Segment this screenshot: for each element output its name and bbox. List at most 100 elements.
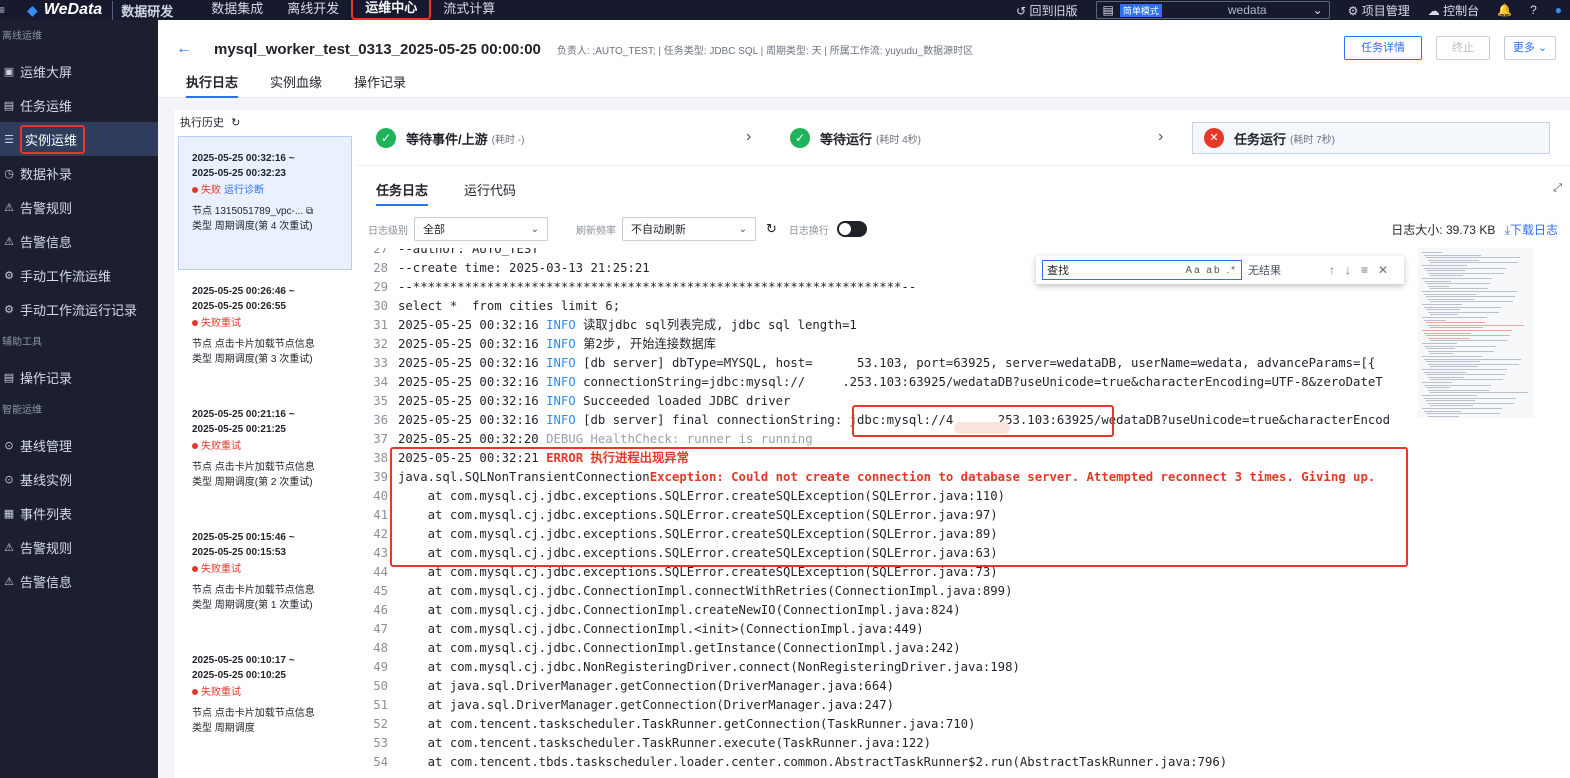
nav-item-stream[interactable]: 流式计算 xyxy=(431,0,507,20)
brand-logo[interactable]: ◆ WeData 数据研发 xyxy=(11,0,173,20)
minimap-line xyxy=(1426,348,1455,350)
record-node-text: 节点 1315051789_vpc-... xyxy=(192,206,304,217)
log-line: 53 at com.tencent.taskscheduler.TaskRunn… xyxy=(356,734,931,753)
nav-item-offline-dev[interactable]: 离线开发 xyxy=(275,0,351,20)
size-value: 39.73 KB xyxy=(1445,222,1496,237)
tab-task-log[interactable]: 任务日志 xyxy=(376,180,429,206)
line-number: 42 xyxy=(373,527,388,541)
tab-exec-log[interactable]: 执行日志 xyxy=(186,72,239,98)
chevron-down-icon: ⌄ xyxy=(1312,3,1323,17)
minimap-line xyxy=(1428,285,1449,287)
chevron-down-icon: ⌄ xyxy=(530,223,539,235)
stop-button[interactable]: 终止 xyxy=(1436,36,1490,60)
line-number: 34 xyxy=(373,375,388,389)
sidebar-item[interactable]: ◷ 数据补录 xyxy=(0,156,158,190)
log-text: at com.tencent.taskscheduler.TaskRunner.… xyxy=(398,736,932,750)
copy-icon[interactable]: ⧉ xyxy=(303,206,313,217)
stage-cost: (耗时 7秒) xyxy=(1290,134,1336,146)
sidebar-item[interactable]: ▣ 运维大屏 xyxy=(0,54,158,88)
sidebar-item[interactable]: ⚠ 告警信息 xyxy=(0,564,158,598)
minimap-line xyxy=(1422,317,1487,318)
log-viewer[interactable]: 27 --author: AUTO_TEST 28 --create time: 20… xyxy=(356,248,1416,778)
stage-label: 任务运行 xyxy=(1234,131,1287,147)
log-line: 52 at com.tencent.taskscheduler.TaskRunn… xyxy=(356,715,975,734)
sidebar-item[interactable]: ⚙ 手动工作流运维 xyxy=(0,258,158,292)
run-diagnosis-link[interactable]: 运行诊断 xyxy=(224,185,264,196)
log-text: 2025-05-25 00:32:20 xyxy=(398,432,547,446)
history-record[interactable]: 2025-05-25 00:26:46 ~ 2025-05-25 00:26:5… xyxy=(174,270,356,393)
level-select[interactable]: 全部 ⌄ xyxy=(414,217,548,241)
log-line: 46 at com.mysql.cj.jdbc.ConnectionImpl.c… xyxy=(356,601,960,620)
record-node-text: 节点 点击卡片加载节点信息 xyxy=(192,708,315,719)
tab-run-code[interactable]: 运行代码 xyxy=(464,180,516,206)
avatar[interactable]: ● xyxy=(1555,3,1562,17)
minimap-line xyxy=(1428,311,1499,313)
refresh-select[interactable]: 不自动刷新 ⌄ xyxy=(622,217,756,241)
wrap-toggle[interactable] xyxy=(836,221,867,237)
brand-name: WeData xyxy=(43,1,103,18)
history-record[interactable]: 2025-05-25 00:21:16 ~ 2025-05-25 00:21:2… xyxy=(174,393,356,516)
history-record[interactable]: 2025-05-25 00:32:16 ~ 2025-05-25 00:32:2… xyxy=(178,136,352,270)
menu-icon[interactable]: ≡ xyxy=(0,3,5,17)
find-controls[interactable]: ↑↓≡✕ xyxy=(1329,263,1398,277)
level-label: 日志级别 xyxy=(368,225,408,237)
log-text: at java.sql.DriverManager.getConnection(… xyxy=(398,679,895,693)
history-record[interactable]: 2025-05-25 00:15:46 ~ 2025-05-25 00:15:5… xyxy=(174,516,356,639)
status-dot-icon xyxy=(192,320,198,327)
minimap-line xyxy=(1426,283,1490,285)
minimap-line xyxy=(1424,319,1446,321)
refresh-icon[interactable]: ↻ xyxy=(231,117,240,129)
task-detail-button[interactable]: 任务详情 xyxy=(1344,36,1422,60)
log-info-text: INFO xyxy=(546,394,576,408)
download-log-link[interactable]: ⤓下载日志 xyxy=(1505,223,1558,237)
chevron-right-icon: › xyxy=(1158,128,1164,145)
sidebar-item[interactable]: ⚙ 手动工作流运行记录 xyxy=(0,292,158,326)
log-line: 34 2025-05-25 00:32:16 INFO connectionStr… xyxy=(356,373,1382,392)
record-type: 类型 周期调度 xyxy=(192,723,255,734)
console-link[interactable]: ☁ 控制台 xyxy=(1428,2,1479,19)
help-icon[interactable]: ? xyxy=(1530,3,1537,17)
log-line: 54 at com.tencent.tbds.taskscheduler.loa… xyxy=(356,753,1227,772)
expand-icon[interactable]: ⤢ xyxy=(1553,182,1562,195)
code-minimap[interactable] xyxy=(1418,248,1534,418)
more-button[interactable]: 更多 ⌄ xyxy=(1504,36,1556,60)
sidebar-item[interactable]: ⊙ 基线实例 xyxy=(0,462,158,496)
back-arrow-icon[interactable]: ← xyxy=(176,40,192,58)
log-info-text: INFO xyxy=(546,356,576,370)
minimap-line xyxy=(1422,356,1482,357)
sidebar-item[interactable]: ⊙ 基线管理 xyxy=(0,428,158,462)
back-old-version[interactable]: ↺ 回到旧版 xyxy=(1016,2,1077,19)
project-mgmt-link[interactable]: ⚙ 项目管理 xyxy=(1348,2,1410,19)
sidebar-item-label: 告警信息 xyxy=(20,574,73,590)
workspace-switcher[interactable]: ▤ 简单模式 wedata ⌄ xyxy=(1095,1,1330,19)
record-node: 节点 点击卡片加载节点信息 xyxy=(192,583,350,598)
sidebar-item-label: 事件列表 xyxy=(20,506,73,522)
record-type: 类型 周期调度(第 1 次重试) xyxy=(192,600,313,611)
minimap-line xyxy=(1424,254,1481,256)
find-input[interactable]: 查找 Aa ab .* xyxy=(1042,260,1242,280)
find-options[interactable]: Aa ab .* xyxy=(1185,265,1237,276)
tab-op-record[interactable]: 操作记录 xyxy=(354,72,406,98)
history-record[interactable]: 2025-05-25 00:10:17 ~ 2025-05-25 00:10:2… xyxy=(174,639,356,762)
tab-lineage[interactable]: 实例血缘 xyxy=(270,72,322,98)
record-status: 失败重试 xyxy=(192,316,350,331)
sidebar-item[interactable]: ☰ 实例运维 xyxy=(0,122,158,156)
log-text: at java.sql.DriverManager.getConnection(… xyxy=(398,698,895,712)
sidebar-item[interactable]: ⚠ 告警规则 xyxy=(0,530,158,564)
reload-icon[interactable]: ↻ xyxy=(766,221,777,237)
bell-icon[interactable]: 🔔 xyxy=(1497,3,1512,17)
line-number: 39 xyxy=(373,470,388,484)
status-text: 失败重试 xyxy=(201,687,241,698)
nav-item-ops-center[interactable]: 运维中心 xyxy=(351,0,432,20)
title-bar: ← mysql_worker_test_0313_2025-05-25 00:0… xyxy=(176,40,973,58)
minimap-line xyxy=(1424,332,1471,334)
menu-item-icon: ▤ xyxy=(3,99,15,112)
sidebar-item[interactable]: ⚠ 告警规则 xyxy=(0,190,158,224)
nav-item-integration[interactable]: 数据集成 xyxy=(199,0,275,20)
sidebar-item[interactable]: ▤ 操作记录 xyxy=(0,360,158,394)
sidebar-item[interactable]: ⚠ 告警信息 xyxy=(0,224,158,258)
minimap-line xyxy=(1428,402,1514,404)
sidebar-item[interactable]: ▤ 任务运维 xyxy=(0,88,158,122)
menu-item-icon: ⊙ xyxy=(4,439,14,452)
sidebar-item[interactable]: ▦ 事件列表 xyxy=(0,496,158,530)
